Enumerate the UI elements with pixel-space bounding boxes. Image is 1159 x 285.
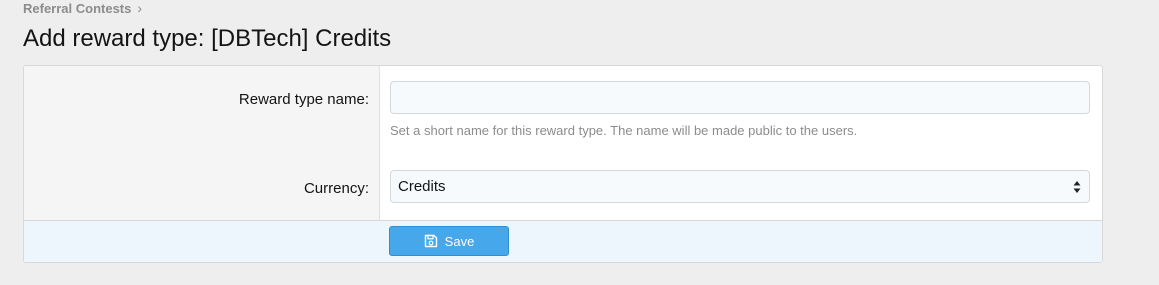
form-submit-row: Save: [24, 220, 1102, 262]
reward-type-name-label: Reward type name:: [238, 91, 369, 108]
breadcrumb-separator: ›: [137, 0, 143, 16]
currency-label: Currency:: [303, 180, 369, 197]
currency-selected-value: Credits: [398, 178, 446, 195]
save-button-label: Save: [444, 233, 475, 249]
select-arrows-icon: [1073, 180, 1081, 194]
reward-type-name-input[interactable]: [390, 81, 1090, 114]
page-title: Add reward type: [DBTech] Credits: [23, 25, 392, 52]
reward-type-name-explain: Set a short name for this reward type. T…: [390, 123, 858, 138]
save-button[interactable]: Save: [389, 226, 509, 256]
breadcrumb-item-referral-contests[interactable]: Referral Contests: [23, 1, 131, 16]
reward-type-form: Reward type name: Currency: Set a short …: [23, 65, 1103, 263]
save-icon: [424, 234, 438, 248]
breadcrumb: Referral Contests ›: [23, 0, 142, 16]
form-label-column: Reward type name: Currency:: [24, 66, 380, 220]
currency-select[interactable]: Credits: [390, 170, 1090, 203]
